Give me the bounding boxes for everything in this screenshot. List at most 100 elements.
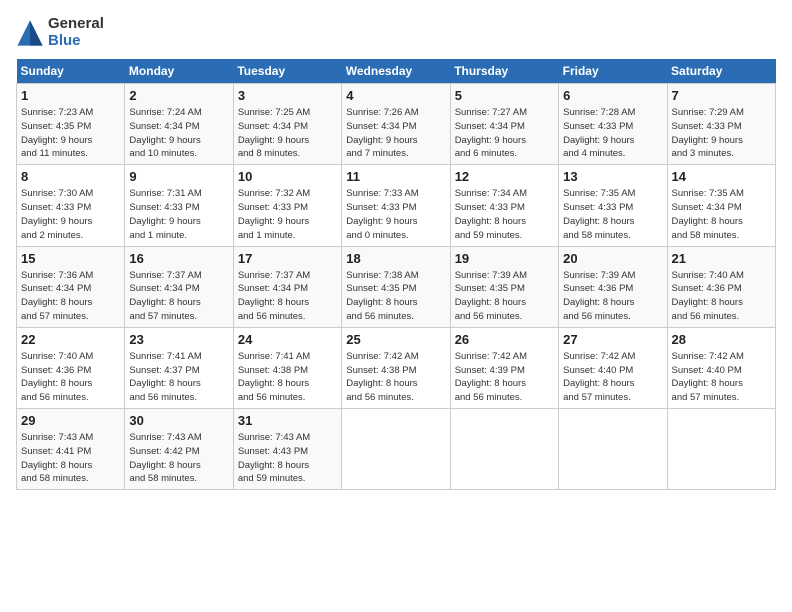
calendar-cell: 17Sunrise: 7:37 AM Sunset: 4:34 PM Dayli… — [233, 246, 341, 327]
calendar-cell: 23Sunrise: 7:41 AM Sunset: 4:37 PM Dayli… — [125, 327, 233, 408]
calendar-week-5: 29Sunrise: 7:43 AM Sunset: 4:41 PM Dayli… — [17, 409, 776, 490]
calendar-cell: 24Sunrise: 7:41 AM Sunset: 4:38 PM Dayli… — [233, 327, 341, 408]
calendar-cell: 30Sunrise: 7:43 AM Sunset: 4:42 PM Dayli… — [125, 409, 233, 490]
day-number: 8 — [21, 168, 120, 186]
calendar-cell — [667, 409, 775, 490]
day-info: Sunrise: 7:30 AM Sunset: 4:33 PM Dayligh… — [21, 187, 120, 242]
weekday-header-thursday: Thursday — [450, 59, 558, 84]
day-info: Sunrise: 7:40 AM Sunset: 4:36 PM Dayligh… — [21, 350, 120, 405]
day-info: Sunrise: 7:43 AM Sunset: 4:42 PM Dayligh… — [129, 431, 228, 486]
calendar-cell: 5Sunrise: 7:27 AM Sunset: 4:34 PM Daylig… — [450, 84, 558, 165]
calendar-week-3: 15Sunrise: 7:36 AM Sunset: 4:34 PM Dayli… — [17, 246, 776, 327]
day-number: 13 — [563, 168, 662, 186]
calendar-cell: 26Sunrise: 7:42 AM Sunset: 4:39 PM Dayli… — [450, 327, 558, 408]
day-info: Sunrise: 7:29 AM Sunset: 4:33 PM Dayligh… — [672, 106, 771, 161]
calendar-cell: 10Sunrise: 7:32 AM Sunset: 4:33 PM Dayli… — [233, 165, 341, 246]
day-number: 3 — [238, 87, 337, 105]
calendar-cell: 15Sunrise: 7:36 AM Sunset: 4:34 PM Dayli… — [17, 246, 125, 327]
weekday-header-tuesday: Tuesday — [233, 59, 341, 84]
day-info: Sunrise: 7:41 AM Sunset: 4:38 PM Dayligh… — [238, 350, 337, 405]
calendar-cell: 4Sunrise: 7:26 AM Sunset: 4:34 PM Daylig… — [342, 84, 450, 165]
day-info: Sunrise: 7:43 AM Sunset: 4:41 PM Dayligh… — [21, 431, 120, 486]
calendar-week-4: 22Sunrise: 7:40 AM Sunset: 4:36 PM Dayli… — [17, 327, 776, 408]
calendar-cell: 11Sunrise: 7:33 AM Sunset: 4:33 PM Dayli… — [342, 165, 450, 246]
day-number: 5 — [455, 87, 554, 105]
day-number: 4 — [346, 87, 445, 105]
calendar-cell: 21Sunrise: 7:40 AM Sunset: 4:36 PM Dayli… — [667, 246, 775, 327]
day-info: Sunrise: 7:34 AM Sunset: 4:33 PM Dayligh… — [455, 187, 554, 242]
day-info: Sunrise: 7:36 AM Sunset: 4:34 PM Dayligh… — [21, 269, 120, 324]
day-number: 27 — [563, 331, 662, 349]
day-info: Sunrise: 7:43 AM Sunset: 4:43 PM Dayligh… — [238, 431, 337, 486]
day-info: Sunrise: 7:37 AM Sunset: 4:34 PM Dayligh… — [129, 269, 228, 324]
day-number: 31 — [238, 412, 337, 430]
day-info: Sunrise: 7:23 AM Sunset: 4:35 PM Dayligh… — [21, 106, 120, 161]
calendar-cell: 2Sunrise: 7:24 AM Sunset: 4:34 PM Daylig… — [125, 84, 233, 165]
day-number: 6 — [563, 87, 662, 105]
day-number: 10 — [238, 168, 337, 186]
day-info: Sunrise: 7:39 AM Sunset: 4:35 PM Dayligh… — [455, 269, 554, 324]
logo-icon — [16, 19, 44, 47]
day-number: 23 — [129, 331, 228, 349]
day-info: Sunrise: 7:27 AM Sunset: 4:34 PM Dayligh… — [455, 106, 554, 161]
day-number: 12 — [455, 168, 554, 186]
page: General Blue SundayMondayTuesdayWednesda… — [0, 0, 792, 612]
day-number: 2 — [129, 87, 228, 105]
calendar-cell: 29Sunrise: 7:43 AM Sunset: 4:41 PM Dayli… — [17, 409, 125, 490]
day-info: Sunrise: 7:35 AM Sunset: 4:33 PM Dayligh… — [563, 187, 662, 242]
calendar-cell: 28Sunrise: 7:42 AM Sunset: 4:40 PM Dayli… — [667, 327, 775, 408]
day-info: Sunrise: 7:31 AM Sunset: 4:33 PM Dayligh… — [129, 187, 228, 242]
calendar-cell: 16Sunrise: 7:37 AM Sunset: 4:34 PM Dayli… — [125, 246, 233, 327]
day-info: Sunrise: 7:42 AM Sunset: 4:40 PM Dayligh… — [563, 350, 662, 405]
calendar-cell — [342, 409, 450, 490]
day-info: Sunrise: 7:35 AM Sunset: 4:34 PM Dayligh… — [672, 187, 771, 242]
logo-text: General Blue — [48, 16, 104, 49]
calendar-cell: 1Sunrise: 7:23 AM Sunset: 4:35 PM Daylig… — [17, 84, 125, 165]
calendar-week-2: 8Sunrise: 7:30 AM Sunset: 4:33 PM Daylig… — [17, 165, 776, 246]
calendar-cell: 9Sunrise: 7:31 AM Sunset: 4:33 PM Daylig… — [125, 165, 233, 246]
calendar-cell: 25Sunrise: 7:42 AM Sunset: 4:38 PM Dayli… — [342, 327, 450, 408]
weekday-header-friday: Friday — [559, 59, 667, 84]
day-info: Sunrise: 7:37 AM Sunset: 4:34 PM Dayligh… — [238, 269, 337, 324]
calendar-cell: 6Sunrise: 7:28 AM Sunset: 4:33 PM Daylig… — [559, 84, 667, 165]
calendar-cell: 13Sunrise: 7:35 AM Sunset: 4:33 PM Dayli… — [559, 165, 667, 246]
calendar-cell: 3Sunrise: 7:25 AM Sunset: 4:34 PM Daylig… — [233, 84, 341, 165]
day-number: 20 — [563, 250, 662, 268]
calendar-cell — [450, 409, 558, 490]
day-number: 17 — [238, 250, 337, 268]
day-info: Sunrise: 7:42 AM Sunset: 4:40 PM Dayligh… — [672, 350, 771, 405]
weekday-header-wednesday: Wednesday — [342, 59, 450, 84]
header: General Blue — [16, 16, 776, 49]
day-number: 29 — [21, 412, 120, 430]
day-number: 11 — [346, 168, 445, 186]
day-info: Sunrise: 7:28 AM Sunset: 4:33 PM Dayligh… — [563, 106, 662, 161]
day-info: Sunrise: 7:38 AM Sunset: 4:35 PM Dayligh… — [346, 269, 445, 324]
day-number: 18 — [346, 250, 445, 268]
day-info: Sunrise: 7:41 AM Sunset: 4:37 PM Dayligh… — [129, 350, 228, 405]
calendar-cell: 14Sunrise: 7:35 AM Sunset: 4:34 PM Dayli… — [667, 165, 775, 246]
day-number: 14 — [672, 168, 771, 186]
calendar-cell: 7Sunrise: 7:29 AM Sunset: 4:33 PM Daylig… — [667, 84, 775, 165]
day-number: 9 — [129, 168, 228, 186]
day-info: Sunrise: 7:39 AM Sunset: 4:36 PM Dayligh… — [563, 269, 662, 324]
day-number: 28 — [672, 331, 771, 349]
day-number: 26 — [455, 331, 554, 349]
logo: General Blue — [16, 16, 104, 49]
day-number: 7 — [672, 87, 771, 105]
day-info: Sunrise: 7:42 AM Sunset: 4:39 PM Dayligh… — [455, 350, 554, 405]
day-info: Sunrise: 7:25 AM Sunset: 4:34 PM Dayligh… — [238, 106, 337, 161]
day-number: 30 — [129, 412, 228, 430]
calendar-cell: 19Sunrise: 7:39 AM Sunset: 4:35 PM Dayli… — [450, 246, 558, 327]
day-info: Sunrise: 7:33 AM Sunset: 4:33 PM Dayligh… — [346, 187, 445, 242]
day-number: 24 — [238, 331, 337, 349]
calendar-cell: 20Sunrise: 7:39 AM Sunset: 4:36 PM Dayli… — [559, 246, 667, 327]
day-number: 1 — [21, 87, 120, 105]
day-number: 15 — [21, 250, 120, 268]
day-number: 19 — [455, 250, 554, 268]
calendar-cell: 18Sunrise: 7:38 AM Sunset: 4:35 PM Dayli… — [342, 246, 450, 327]
calendar-cell: 31Sunrise: 7:43 AM Sunset: 4:43 PM Dayli… — [233, 409, 341, 490]
calendar-table: SundayMondayTuesdayWednesdayThursdayFrid… — [16, 59, 776, 490]
day-number: 16 — [129, 250, 228, 268]
calendar-cell: 22Sunrise: 7:40 AM Sunset: 4:36 PM Dayli… — [17, 327, 125, 408]
calendar-cell: 12Sunrise: 7:34 AM Sunset: 4:33 PM Dayli… — [450, 165, 558, 246]
